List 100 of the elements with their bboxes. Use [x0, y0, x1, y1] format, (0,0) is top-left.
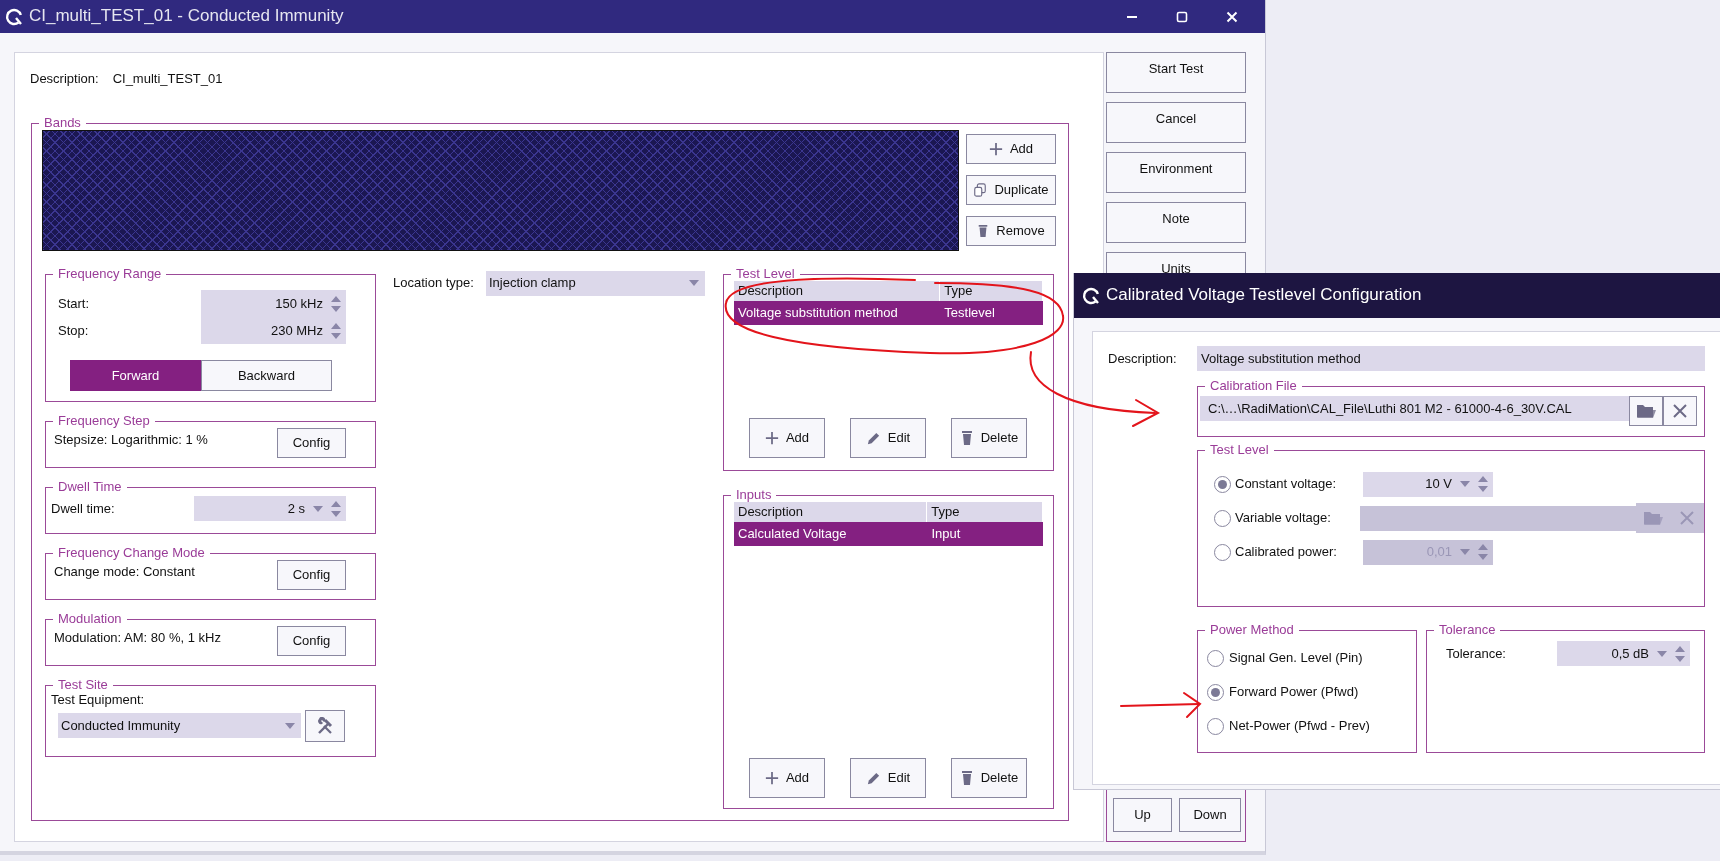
table-cell-text: Calculated Voltage [737, 526, 848, 542]
radio-button[interactable] [1214, 543, 1231, 561]
spin-field[interactable]: 230 MHz [201, 317, 346, 344]
spin-buttons[interactable] [331, 294, 341, 313]
group-title: Test Level [735, 267, 796, 281]
action-button[interactable]: Note [1106, 202, 1246, 243]
radio-label: Forward Power (Pfwd) [1229, 684, 1359, 700]
group-title: Frequency Range [57, 267, 163, 281]
toggle-button[interactable]: Backward [201, 360, 332, 391]
field-label: Start: [58, 295, 90, 312]
column-header[interactable]: Type [927, 502, 1043, 522]
file-field[interactable]: C:\…\RadiMation\CAL_File\Luthi 801 M2 - 61000-4-6_30V.CAL [1200, 396, 1629, 421]
field-label: Location type: [393, 275, 474, 291]
spin-field[interactable]: 2 s [194, 496, 346, 521]
delete-button[interactable]: Delete [951, 418, 1027, 458]
field-label: Stop: [58, 322, 89, 339]
group-title: Dwell Time [57, 480, 123, 494]
field-label: Description: [1108, 350, 1178, 367]
dropdown-caret-icon[interactable] [1657, 650, 1667, 657]
config-button[interactable]: Config [277, 626, 346, 656]
action-button[interactable]: Environment [1106, 152, 1246, 193]
dropdown-caret-icon[interactable] [313, 505, 323, 512]
tools-icon [316, 716, 334, 735]
spin-buttons[interactable] [1478, 475, 1488, 493]
order-button[interactable]: Up [1113, 798, 1172, 832]
pencil-icon [865, 770, 881, 786]
table-cell-text: Voltage substitution method [737, 305, 899, 321]
delete-button[interactable]: Delete [951, 758, 1027, 798]
setting-text: Stepsize: Logarithmic: 1 % [54, 431, 208, 448]
dropdown[interactable]: Conducted Immunity [58, 713, 301, 739]
group-title: Test Site [57, 678, 109, 692]
action-button[interactable]: Start Test [1106, 52, 1246, 93]
edit-button[interactable]: Edit [850, 418, 926, 458]
spin-buttons[interactable] [1478, 543, 1488, 561]
radio-label: Calibrated power: [1235, 544, 1338, 560]
radio-button[interactable] [1207, 649, 1224, 667]
dropdown[interactable]: Injection clamp [485, 270, 705, 296]
spin-buttons[interactable] [331, 499, 341, 518]
duplicate-button[interactable]: Duplicate [966, 175, 1056, 205]
setting-text: Modulation: AM: 80 %, 1 kHz [54, 629, 221, 646]
dropdown-caret-icon[interactable] [688, 280, 699, 286]
pencil-icon [865, 430, 881, 446]
field-label: Dwell time: [51, 500, 115, 517]
radio-button[interactable] [1214, 475, 1231, 493]
edit-button[interactable]: Edit [850, 758, 926, 798]
radio-label: Constant voltage: [1235, 476, 1338, 492]
spin-field[interactable]: 0,5 dB [1557, 641, 1690, 666]
action-button[interactable]: Cancel [1106, 102, 1246, 143]
dropdown-caret-icon[interactable] [285, 722, 295, 729]
radio-label: Variable voltage: [1235, 510, 1332, 526]
order-button[interactable]: Down [1179, 798, 1241, 832]
radio-button[interactable] [1214, 509, 1231, 527]
spin-buttons[interactable] [1675, 644, 1685, 663]
browse-button[interactable] [1629, 396, 1663, 426]
group-title: Power Method [1209, 623, 1295, 637]
maximize-icon [1176, 10, 1188, 23]
plus-icon [764, 771, 779, 785]
copy-icon [973, 183, 988, 197]
add-button[interactable]: Add [749, 758, 825, 798]
config-button[interactable]: Config [277, 560, 346, 590]
radio-label: Net-Power (Pfwd - Prev) [1229, 718, 1370, 734]
minimize-icon [1127, 15, 1137, 18]
setting-text: Change mode: Constant [54, 563, 195, 580]
table-cell-text: Testlevel [943, 305, 996, 321]
toggle-button[interactable]: Forward [70, 360, 201, 391]
spin-field[interactable]: 10 V [1363, 471, 1493, 497]
add-button[interactable]: Add [966, 134, 1056, 164]
column-header[interactable]: Description [734, 502, 928, 522]
group-title: Bands [43, 116, 82, 130]
table-cell-text: Input [930, 526, 962, 542]
clear-button[interactable] [1663, 396, 1697, 426]
file-field[interactable] [1359, 505, 1636, 531]
remove-button[interactable]: Remove [966, 216, 1056, 246]
dropdown-caret-icon[interactable] [1460, 549, 1470, 555]
spin-field[interactable]: 150 kHz [201, 290, 346, 317]
add-button[interactable]: Add [749, 418, 825, 458]
radio-button[interactable] [1207, 683, 1224, 701]
group-title: Frequency Change Mode [57, 546, 206, 560]
app-logo-icon [1082, 286, 1100, 305]
app-logo-icon [5, 7, 23, 26]
group-title: Frequency Step [57, 414, 151, 428]
column-header[interactable]: Description [734, 281, 941, 301]
field-label: Tolerance: [1446, 645, 1506, 662]
radio-button[interactable] [1207, 717, 1224, 735]
text-field[interactable]: Voltage substitution method [1197, 346, 1705, 371]
group-title: Calibration File [1209, 379, 1298, 393]
table-row[interactable]: Voltage substitution method Testlevel [734, 301, 1043, 325]
config-button[interactable]: Config [277, 428, 346, 458]
folder-icon [1643, 510, 1663, 526]
group-title: Modulation [57, 612, 123, 626]
tools-button[interactable] [305, 709, 345, 742]
window-title: CI_multi_TEST_01 - Conducted Immunity [29, 6, 344, 27]
close-icon [1226, 10, 1238, 23]
close-icon [1680, 511, 1694, 525]
radio-label: Signal Gen. Level (Pin) [1229, 650, 1363, 666]
column-header[interactable]: Type [940, 281, 1043, 301]
spin-buttons[interactable] [331, 321, 341, 340]
dropdown-caret-icon[interactable] [1460, 481, 1470, 487]
plus-icon [764, 431, 779, 445]
table-row[interactable]: Calculated Voltage Input [734, 522, 1043, 546]
